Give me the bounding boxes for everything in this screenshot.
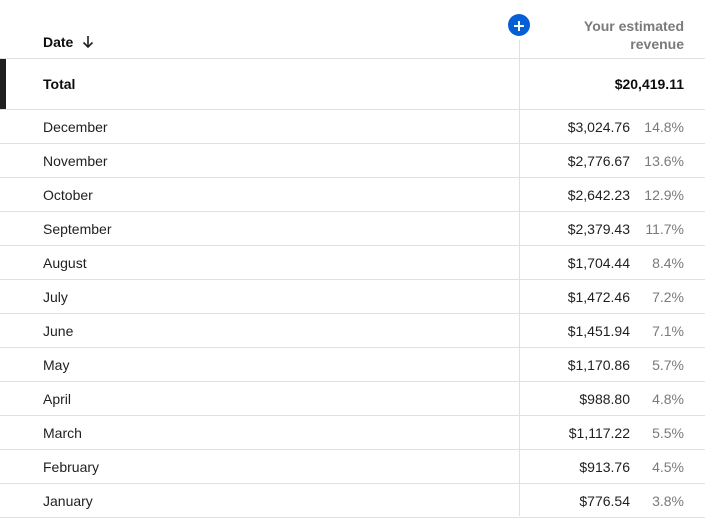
revenue-percent: 5.5% xyxy=(652,425,684,441)
table-body: December $3,024.76 14.8% November $2,776.67 1… xyxy=(0,110,705,518)
table-row[interactable]: June $1,451.94 7.1% xyxy=(0,314,705,348)
month-label: August xyxy=(43,255,87,271)
revenue-percent: 7.1% xyxy=(652,323,684,339)
month-label: March xyxy=(43,425,82,441)
revenue-value: $776.54 xyxy=(579,493,630,509)
revenue-percent: 4.5% xyxy=(652,459,684,475)
month-label: October xyxy=(43,187,93,203)
revenue-value: $1,472.46 xyxy=(567,289,630,305)
table-header: Date Your estimated revenue xyxy=(0,0,705,59)
table-row[interactable]: November $2,776.67 13.6% xyxy=(0,144,705,178)
month-label: April xyxy=(43,391,72,407)
revenue-percent: 7.2% xyxy=(652,289,684,305)
revenue-column-header[interactable]: Your estimated revenue xyxy=(534,17,684,53)
revenue-percent: 13.6% xyxy=(644,153,684,169)
revenue-header-line1: Your estimated xyxy=(583,18,684,34)
total-indicator-bar xyxy=(0,59,6,109)
revenue-percent: 12.9% xyxy=(644,187,684,203)
month-label: February xyxy=(43,459,100,475)
total-value: $20,419.11 xyxy=(614,76,684,92)
date-column-header[interactable]: Date xyxy=(43,34,94,50)
revenue-value: $1,117.22 xyxy=(568,425,630,441)
revenue-percent: 4.8% xyxy=(652,391,684,407)
revenue-value: $1,170.86 xyxy=(567,357,630,373)
arrow-down-icon[interactable] xyxy=(82,35,94,49)
revenue-percent: 8.4% xyxy=(652,255,684,271)
table-row[interactable]: February $913.76 4.5% xyxy=(0,450,705,484)
table-row[interactable]: May $1,170.86 5.7% xyxy=(0,348,705,382)
revenue-header-line2: revenue xyxy=(630,36,684,52)
month-label: July xyxy=(43,289,68,305)
table-row[interactable]: September $2,379.43 11.7% xyxy=(0,212,705,246)
revenue-percent: 11.7% xyxy=(645,221,684,237)
table-row[interactable]: October $2,642.23 12.9% xyxy=(0,178,705,212)
month-label: September xyxy=(43,221,112,237)
table-row[interactable]: January $776.54 3.8% xyxy=(0,484,705,518)
month-label: May xyxy=(43,357,70,373)
revenue-percent: 3.8% xyxy=(652,493,684,509)
month-label: June xyxy=(43,323,74,339)
table-row[interactable]: July $1,472.46 7.2% xyxy=(0,280,705,314)
table-row[interactable]: March $1,117.22 5.5% xyxy=(0,416,705,450)
month-label: December xyxy=(43,119,108,135)
table-row[interactable]: December $3,024.76 14.8% xyxy=(0,110,705,144)
revenue-value: $1,704.44 xyxy=(567,255,630,271)
revenue-value: $2,776.67 xyxy=(567,153,630,169)
add-column-button[interactable] xyxy=(508,14,530,36)
total-row: Total $20,419.11 xyxy=(0,59,705,110)
revenue-percent: 14.8% xyxy=(644,119,684,135)
revenue-value: $913.76 xyxy=(579,459,630,475)
revenue-value: $1,451.94 xyxy=(567,323,630,339)
revenue-percent: 5.7% xyxy=(652,357,684,373)
table-row[interactable]: April $988.80 4.8% xyxy=(0,382,705,416)
month-label: January xyxy=(43,493,93,509)
revenue-table: Date Your estimated revenue Total $20,41 xyxy=(0,0,705,518)
revenue-value: $2,642.23 xyxy=(567,187,630,203)
plus-icon xyxy=(513,19,525,31)
total-label: Total xyxy=(43,76,76,92)
revenue-value: $2,379.43 xyxy=(567,221,630,237)
revenue-value: $3,024.76 xyxy=(567,119,630,135)
table-row[interactable]: August $1,704.44 8.4% xyxy=(0,246,705,280)
date-header-label: Date xyxy=(43,34,74,50)
month-label: November xyxy=(43,153,108,169)
revenue-value: $988.80 xyxy=(579,391,630,407)
